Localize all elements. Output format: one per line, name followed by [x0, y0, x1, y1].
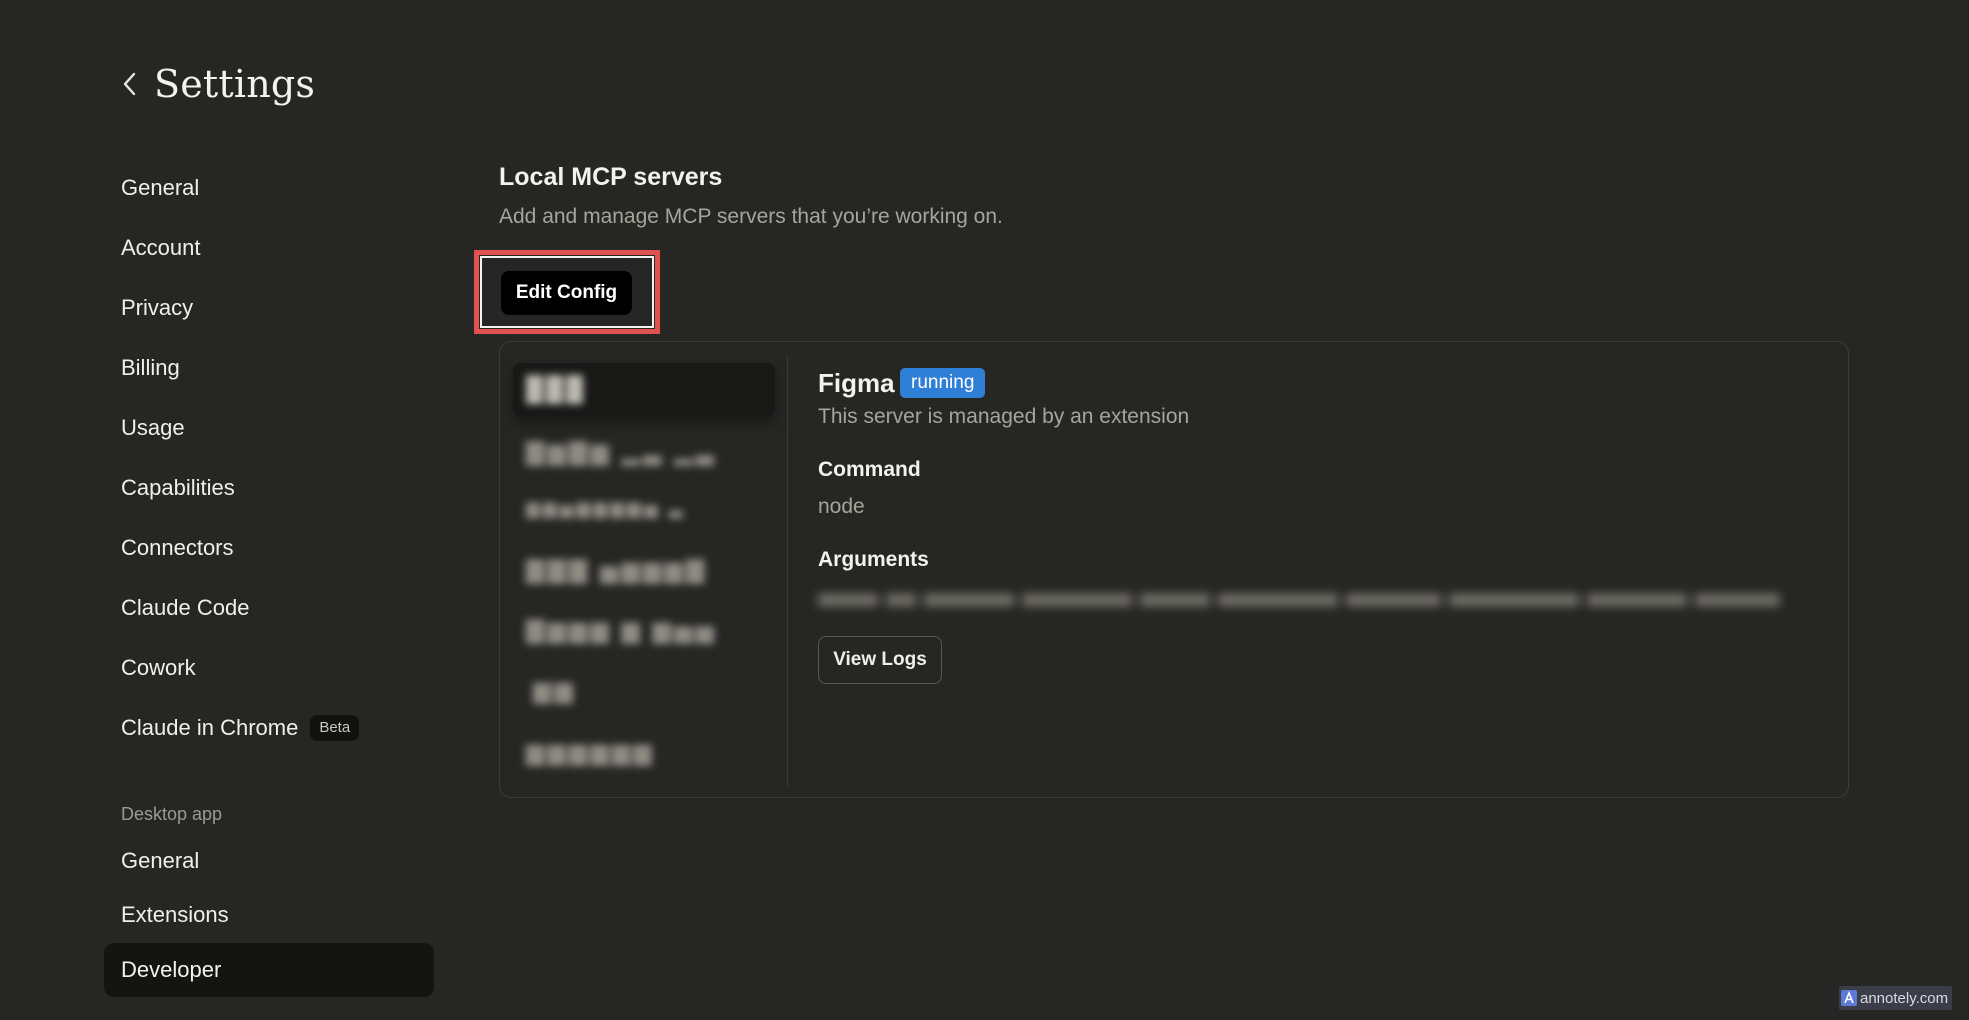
server-list-item-redacted[interactable]: ▆▆▆▆▆▆: [526, 738, 655, 767]
sidebar-item-billing[interactable]: Billing: [121, 353, 180, 383]
server-list-item-redacted[interactable]: ▇▇▇ ▅▆▆▆▇: [526, 556, 707, 585]
command-label: Command: [818, 458, 921, 481]
server-name: Figma: [818, 368, 895, 398]
sidebar-item-connectors[interactable]: Connectors: [121, 533, 234, 563]
arguments-value-redacted: [818, 588, 1803, 612]
server-list-item-redacted[interactable]: ▆▆: [533, 676, 576, 705]
sidebar-item-developer[interactable]: Developer: [104, 943, 434, 997]
command-value: node: [818, 495, 865, 518]
sidebar-item-desktop-general[interactable]: General: [121, 846, 199, 876]
status-badge: running: [900, 368, 986, 398]
sidebar-item-account[interactable]: Account: [121, 233, 201, 263]
sidebar-item-privacy[interactable]: Privacy: [121, 293, 193, 323]
sidebar-item-cowork[interactable]: Cowork: [121, 653, 196, 683]
desktop-app-section-label: Desktop app: [121, 804, 223, 824]
sidebar-item-usage[interactable]: Usage: [121, 413, 185, 443]
section-subtitle: Add and manage MCP servers that you’re w…: [499, 205, 1003, 228]
server-description: This server is managed by an extension: [818, 405, 1190, 428]
watermark: annotely.com: [1839, 986, 1953, 1010]
sidebar-item-label: Developer: [121, 957, 222, 982]
server-list-item-redacted[interactable]: ▇▆▇▆ ▂▃ ▂▃: [526, 438, 717, 467]
server-list-item-redacted[interactable]: ▇▆▆▆ ▆ ▆▅▅: [526, 616, 717, 645]
arguments-label: Arguments: [818, 548, 929, 571]
watermark-text: annotely.com: [1860, 989, 1949, 1007]
section-title: Local MCP servers: [499, 163, 723, 191]
page-title: Settings: [154, 62, 316, 106]
sidebar-item-general[interactable]: General: [121, 173, 199, 203]
annotely-logo-icon: [1841, 990, 1857, 1006]
settings-header: Settings: [122, 62, 315, 106]
chevron-left-icon[interactable]: [122, 69, 142, 99]
panel-divider: [787, 356, 788, 786]
server-list-item-redacted[interactable]: ███: [526, 376, 586, 404]
sidebar-item-claude-in-chrome[interactable]: Claude in Chrome Beta: [121, 713, 360, 743]
view-logs-button[interactable]: View Logs: [818, 636, 942, 684]
sidebar-item-capabilities[interactable]: Capabilities: [121, 473, 235, 503]
sidebar-item-label: Claude in Chrome: [121, 715, 299, 740]
server-list-item-redacted[interactable]: ▆▆▅▆▆▆▆▅ ▃: [526, 498, 686, 519]
edit-config-button[interactable]: Edit Config: [501, 271, 632, 315]
beta-badge: Beta: [310, 715, 360, 741]
sidebar-item-extensions[interactable]: Extensions: [121, 900, 229, 930]
sidebar-item-claude-code[interactable]: Claude Code: [121, 593, 249, 623]
